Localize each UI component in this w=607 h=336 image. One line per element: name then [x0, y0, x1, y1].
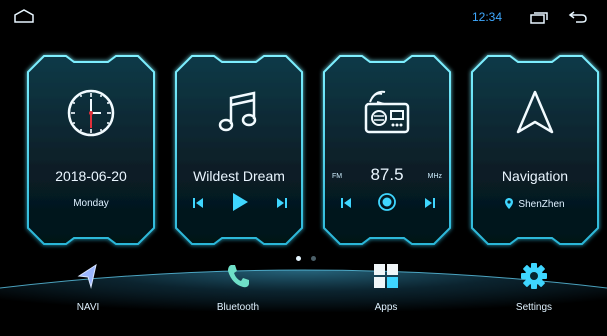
- status-time: 12:34: [472, 10, 503, 24]
- radio-card[interactable]: FM 87.5 MHz: [318, 50, 456, 250]
- apps-grid-icon: [372, 262, 400, 290]
- previous-icon[interactable]: [340, 195, 352, 211]
- navigation-card[interactable]: Navigation ShenZhen: [466, 50, 604, 250]
- navigation-title: Navigation: [501, 168, 569, 184]
- home-icon[interactable]: [14, 9, 34, 28]
- location-pin-icon: [505, 198, 514, 209]
- gear-icon: [520, 262, 548, 290]
- dock-label-apps: Apps: [374, 302, 398, 313]
- clock-card[interactable]: 2018-06-20 Monday: [22, 50, 160, 250]
- navi-icon: [74, 262, 102, 290]
- clock-weekday: Monday: [73, 198, 109, 209]
- clock-icon: [66, 88, 116, 138]
- dock-item-apps[interactable]: Apps: [336, 262, 436, 324]
- dock-item-settings[interactable]: Settings: [484, 262, 584, 324]
- dock-item-navi[interactable]: NAVI: [38, 262, 138, 324]
- record-icon[interactable]: [378, 193, 396, 211]
- radio-unit: MHz: [427, 173, 442, 180]
- play-icon[interactable]: [231, 192, 249, 211]
- radio-icon: [362, 88, 412, 138]
- previous-icon[interactable]: [192, 195, 204, 211]
- navigation-location: ShenZhen: [466, 198, 604, 210]
- music-note-icon: [214, 88, 264, 138]
- navigation-arrow-icon: [510, 88, 560, 138]
- phone-icon: [224, 262, 252, 290]
- dock-label-bluetooth: Bluetooth: [216, 302, 260, 313]
- dock-item-bluetooth[interactable]: Bluetooth: [188, 262, 288, 324]
- navigation-location-text: ShenZhen: [518, 199, 565, 210]
- recents-icon[interactable]: [530, 11, 548, 29]
- status-bar: 12:34: [0, 0, 607, 36]
- music-track-title: Wildest Dream: [193, 168, 285, 184]
- dock-label-navi: NAVI: [76, 302, 100, 313]
- dock-label-settings: Settings: [515, 302, 553, 313]
- music-card[interactable]: Wildest Dream: [170, 50, 308, 250]
- next-icon[interactable]: [424, 195, 436, 211]
- clock-date: 2018-06-20: [55, 168, 127, 184]
- back-icon[interactable]: [568, 10, 588, 29]
- next-icon[interactable]: [276, 195, 288, 211]
